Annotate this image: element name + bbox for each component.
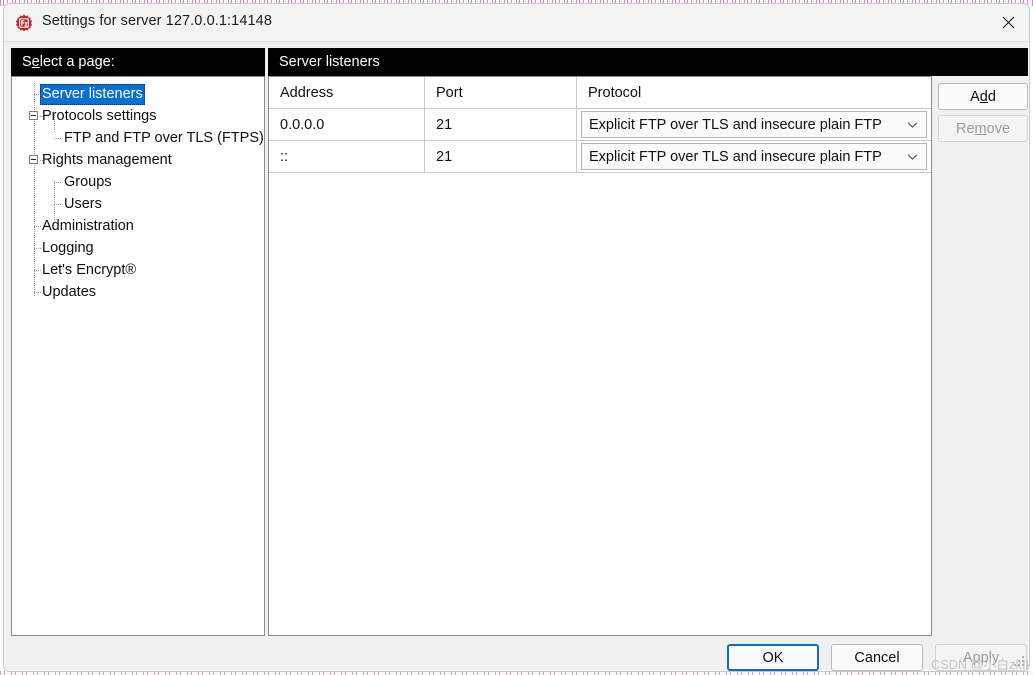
close-icon[interactable]: [985, 4, 1029, 41]
remove-button-label: Remove: [955, 120, 1011, 137]
column-header-address[interactable]: Address: [269, 77, 425, 108]
chevron-down-icon: [907, 121, 918, 128]
tree-guide-h: [54, 204, 61, 205]
settings-dialog: Settings for server 127.0.0.1:14148 Sele…: [3, 3, 1030, 672]
sidebar-header: Select a page:: [11, 48, 265, 76]
ok-button-label: OK: [762, 649, 784, 666]
sidebar-item-label: FTP and FTP over TLS (FTPS): [64, 129, 264, 146]
table-row[interactable]: 0.0.0.0 21 Explicit FTP over TLS and ins…: [269, 109, 931, 141]
cancel-button-label: Cancel: [854, 649, 900, 666]
cell-address[interactable]: 0.0.0.0: [269, 109, 425, 140]
sidebar-item-label: Rights management: [42, 151, 172, 168]
sidebar-item-label: Server listeners: [40, 83, 145, 105]
content-header: Server listeners: [268, 48, 1028, 76]
sidebar-item-label: Administration: [42, 217, 134, 234]
sidebar-item-rights-management[interactable]: Rights management: [12, 149, 264, 171]
cell-protocol: Explicit FTP over TLS and insecure plain…: [577, 141, 931, 172]
cell-port[interactable]: 21: [425, 141, 577, 172]
listeners-table: Address Port Protocol 0.0.0.0 21 Explici…: [269, 77, 931, 173]
sidebar-item-label: Logging: [42, 239, 94, 256]
tree-expander-minus-icon[interactable]: [29, 111, 38, 120]
sidebar-item-users[interactable]: Users: [12, 193, 264, 215]
resize-grip[interactable]: [1013, 655, 1025, 667]
sidebar-header-label: Select a page:: [22, 54, 115, 70]
sidebar-item-label: Groups: [64, 173, 112, 190]
sidebar-item-label: Updates: [42, 283, 97, 300]
sidebar-item-groups[interactable]: Groups: [12, 171, 264, 193]
filezilla-server-icon: [15, 14, 33, 32]
sidebar-item-updates[interactable]: Updates: [12, 281, 264, 303]
cell-address[interactable]: ::: [269, 141, 425, 172]
sidebar-item-lets-encrypt[interactable]: Let's Encrypt®: [12, 259, 264, 281]
add-button[interactable]: Add: [938, 83, 1028, 110]
column-header-protocol[interactable]: Protocol: [577, 77, 931, 108]
window-title: Settings for server 127.0.0.1:14148: [42, 13, 273, 29]
titlebar: Settings for server 127.0.0.1:14148: [4, 4, 1029, 42]
ok-button[interactable]: OK: [727, 644, 819, 671]
column-header-port[interactable]: Port: [425, 77, 577, 108]
sidebar-item-label: Let's Encrypt®: [42, 261, 137, 278]
protocol-dropdown[interactable]: Explicit FTP over TLS and insecure plain…: [581, 111, 927, 138]
cell-protocol: Explicit FTP over TLS and insecure plain…: [577, 109, 931, 140]
content-header-label: Server listeners: [279, 54, 380, 70]
sidebar-item-server-listeners[interactable]: Server listeners: [12, 83, 264, 105]
remove-button[interactable]: Remove: [938, 115, 1028, 142]
protocol-dropdown-value: Explicit FTP over TLS and insecure plain…: [589, 148, 882, 165]
sidebar-item-administration[interactable]: Administration: [12, 215, 264, 237]
sidebar-item-label: Users: [64, 195, 102, 212]
table-header-row: Address Port Protocol: [269, 77, 931, 109]
tree-expander-minus-icon[interactable]: [29, 155, 38, 164]
page-tree: Server listeners Protocols settings FTP …: [12, 77, 264, 303]
tree-guide-h: [54, 182, 61, 183]
sidebar-item-protocols-settings[interactable]: Protocols settings: [12, 105, 264, 127]
listeners-panel: Address Port Protocol 0.0.0.0 21 Explici…: [268, 76, 932, 636]
add-button-label: Add: [970, 88, 996, 105]
cell-port[interactable]: 21: [425, 109, 577, 140]
sidebar-item-logging[interactable]: Logging: [12, 237, 264, 259]
protocol-dropdown-value: Explicit FTP over TLS and insecure plain…: [589, 116, 882, 133]
tree-guide-h: [54, 138, 61, 139]
page-tree-panel[interactable]: Server listeners Protocols settings FTP …: [11, 76, 265, 636]
chevron-down-icon: [907, 153, 918, 160]
protocol-dropdown[interactable]: Explicit FTP over TLS and insecure plain…: [581, 143, 927, 170]
sidebar-item-label: Protocols settings: [42, 107, 157, 124]
apply-button-label: Apply: [962, 649, 1000, 666]
cancel-button[interactable]: Cancel: [831, 644, 923, 671]
table-row[interactable]: :: 21 Explicit FTP over TLS and insecure…: [269, 141, 931, 173]
sidebar-item-ftp-and-ftps[interactable]: FTP and FTP over TLS (FTPS): [12, 127, 264, 149]
